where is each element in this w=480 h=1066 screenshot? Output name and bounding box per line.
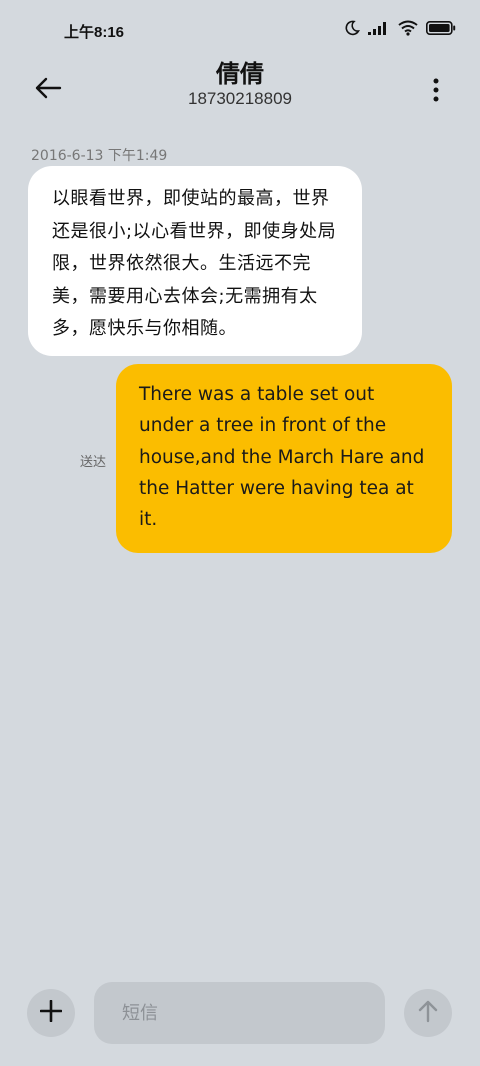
message-timestamp: 2016-6-13 下午1:49	[31, 148, 168, 164]
message-composer	[0, 980, 480, 1050]
delivery-status: 送达	[80, 455, 107, 470]
more-options-button[interactable]	[414, 66, 458, 118]
conversation-header: 倩倩 18730218809	[0, 52, 480, 122]
send-button[interactable]	[404, 989, 452, 1037]
message-input[interactable]	[94, 982, 385, 1044]
wifi-icon	[398, 20, 418, 36]
attach-button[interactable]	[27, 989, 75, 1037]
incoming-message-bubble[interactable]: 以眼看世界，即使站的最高，世界还是很小;以心看世界，即使身处局限，世界依然很大。…	[28, 166, 362, 356]
signal-icon	[368, 21, 390, 35]
arrow-up-icon	[418, 999, 438, 1027]
moon-icon	[344, 20, 360, 36]
plus-icon	[39, 999, 63, 1026]
status-time: 上午8:16	[64, 24, 125, 41]
status-icons	[344, 20, 456, 36]
contact-name: 倩倩	[216, 60, 264, 88]
outgoing-message-bubble[interactable]: There was a table set out under a tree i…	[116, 364, 452, 553]
status-bar: 上午8:16	[0, 0, 480, 60]
more-vertical-icon	[433, 78, 439, 106]
contact-number: 18730218809	[187, 89, 292, 108]
battery-icon	[426, 21, 456, 35]
